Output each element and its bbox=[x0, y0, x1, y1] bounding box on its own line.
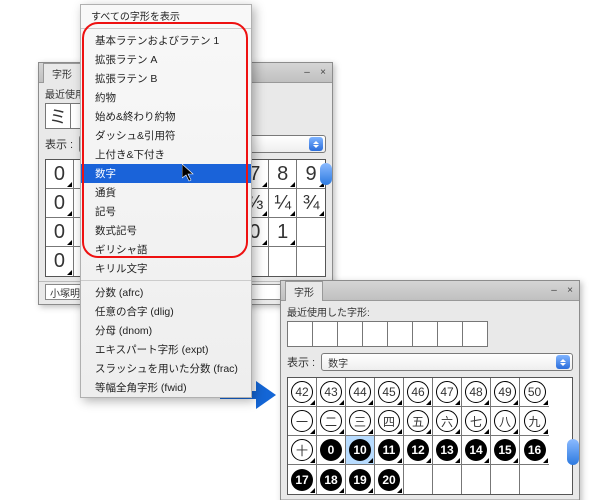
chevrons-icon bbox=[556, 355, 570, 369]
category-dropdown[interactable]: 数字 bbox=[321, 353, 573, 371]
glyph-cell[interactable]: 42 bbox=[288, 378, 317, 407]
glyph-cell[interactable]: 13 bbox=[433, 436, 462, 465]
glyph-cell[interactable]: 0 bbox=[46, 160, 74, 189]
tab-glyphs[interactable]: 字形 bbox=[43, 63, 81, 83]
menu-item[interactable]: 上付き&下付き bbox=[81, 145, 251, 164]
glyph-cell[interactable]: 四 bbox=[375, 407, 404, 436]
menu-header: すべての字形を表示 bbox=[81, 5, 251, 26]
scrollbar-thumb[interactable] bbox=[567, 439, 579, 465]
recent-glyph-cell[interactable] bbox=[462, 321, 488, 347]
glyph-cell[interactable]: 1 bbox=[269, 218, 297, 247]
glyph-cell[interactable]: 48 bbox=[462, 378, 491, 407]
menu-item[interactable]: 数式記号 bbox=[81, 221, 251, 240]
menu-separator bbox=[81, 28, 251, 29]
show-label: 表示 : bbox=[287, 354, 315, 370]
menu-item[interactable]: ダッシュ&引用符 bbox=[81, 126, 251, 145]
minimize-icon[interactable]: – bbox=[547, 284, 561, 298]
glyph-cell[interactable] bbox=[404, 465, 433, 494]
chevrons-icon bbox=[309, 137, 323, 151]
recent-glyph-cell[interactable] bbox=[362, 321, 388, 347]
category-menu: すべての字形を表示 基本ラテンおよびラテン 1拡張ラテン A拡張ラテン B約物始… bbox=[80, 4, 252, 398]
glyph-cell[interactable]: 八 bbox=[491, 407, 520, 436]
glyph-cell[interactable]: 七 bbox=[462, 407, 491, 436]
tab-glyphs[interactable]: 字形 bbox=[285, 281, 323, 301]
glyph-cell[interactable]: 二 bbox=[317, 407, 346, 436]
menu-separator bbox=[81, 280, 251, 281]
show-row: 表示 : 数字 bbox=[281, 351, 579, 375]
recent-glyph-cell[interactable] bbox=[312, 321, 338, 347]
glyph-cell[interactable]: ¾ bbox=[297, 189, 325, 218]
glyph-cell[interactable]: 18 bbox=[317, 465, 346, 494]
glyphs-panel-right: 字形 – × 最近使用した字形: 表示 : 数字 424344454647484… bbox=[280, 280, 580, 500]
recent-glyph-cell[interactable] bbox=[387, 321, 413, 347]
panel-tabbar: 字形 – × bbox=[281, 281, 579, 301]
glyph-cell[interactable]: 九 bbox=[520, 407, 549, 436]
glyph-cell[interactable]: 十 bbox=[288, 436, 317, 465]
close-icon[interactable]: × bbox=[316, 66, 330, 80]
recent-glyph-cell[interactable]: ミ bbox=[45, 103, 71, 129]
glyph-cell[interactable] bbox=[491, 465, 520, 494]
recent-glyph-cell[interactable] bbox=[337, 321, 363, 347]
glyph-cell[interactable]: 10 bbox=[346, 436, 375, 465]
glyph-cell[interactable]: 三 bbox=[346, 407, 375, 436]
menu-item[interactable]: 任意の合字 (dlig) bbox=[81, 302, 251, 321]
recent-glyph-cell[interactable] bbox=[287, 321, 313, 347]
recent-label: 最近使用した字形: bbox=[281, 301, 579, 321]
menu-item[interactable]: 記号 bbox=[81, 202, 251, 221]
glyph-cell[interactable] bbox=[462, 465, 491, 494]
glyph-cell[interactable]: 44 bbox=[346, 378, 375, 407]
glyph-cell[interactable]: 一 bbox=[288, 407, 317, 436]
glyph-cell[interactable]: 0 bbox=[317, 436, 346, 465]
close-icon[interactable]: × bbox=[563, 284, 577, 298]
glyph-cell[interactable]: 五 bbox=[404, 407, 433, 436]
menu-item[interactable]: 分数 (afrc) bbox=[81, 283, 251, 302]
recent-glyph-cell[interactable] bbox=[437, 321, 463, 347]
glyph-cell[interactable]: 14 bbox=[462, 436, 491, 465]
menu-item[interactable]: 数字 bbox=[81, 164, 251, 183]
glyph-cell[interactable] bbox=[269, 247, 297, 276]
recent-glyphs-row bbox=[281, 321, 579, 351]
glyph-cell[interactable] bbox=[297, 247, 325, 276]
menu-item[interactable]: 拡張ラテン B bbox=[81, 69, 251, 88]
glyph-cell[interactable]: 16 bbox=[520, 436, 549, 465]
glyph-cell[interactable]: 43 bbox=[317, 378, 346, 407]
menu-item[interactable]: 拡張ラテン A bbox=[81, 50, 251, 69]
menu-item[interactable]: エキスパート字形 (expt) bbox=[81, 340, 251, 359]
glyph-cell[interactable]: 0 bbox=[46, 189, 74, 218]
show-label: 表示 : bbox=[45, 136, 73, 152]
menu-item[interactable]: 約物 bbox=[81, 88, 251, 107]
glyph-grid: 424344454647484950一二三四五六七八九十010111213141… bbox=[281, 375, 579, 499]
glyph-cell[interactable]: 47 bbox=[433, 378, 462, 407]
glyph-cell[interactable]: 45 bbox=[375, 378, 404, 407]
glyph-cell[interactable]: 0 bbox=[46, 218, 74, 247]
menu-item[interactable]: スラッシュを用いた分数 (frac) bbox=[81, 359, 251, 378]
glyph-cell[interactable]: 19 bbox=[346, 465, 375, 494]
glyph-cell[interactable]: ¼ bbox=[269, 189, 297, 218]
glyph-cell[interactable]: 46 bbox=[404, 378, 433, 407]
glyph-cell[interactable]: 17 bbox=[288, 465, 317, 494]
menu-item[interactable]: 等幅全角字形 (fwid) bbox=[81, 378, 251, 397]
menu-item[interactable]: ギリシャ語 bbox=[81, 240, 251, 259]
glyph-cell[interactable]: 20 bbox=[375, 465, 404, 494]
glyph-cell[interactable]: 六 bbox=[433, 407, 462, 436]
glyph-cell[interactable] bbox=[433, 465, 462, 494]
glyph-cell[interactable] bbox=[520, 465, 549, 494]
scrollbar-thumb[interactable] bbox=[320, 163, 332, 185]
recent-glyph-cell[interactable] bbox=[412, 321, 438, 347]
menu-item[interactable]: 始め&終わり約物 bbox=[81, 107, 251, 126]
glyph-cell[interactable]: 49 bbox=[491, 378, 520, 407]
glyph-cell[interactable]: 11 bbox=[375, 436, 404, 465]
menu-item[interactable]: 基本ラテンおよびラテン 1 bbox=[81, 31, 251, 50]
glyph-cell[interactable]: 15 bbox=[491, 436, 520, 465]
glyph-cell[interactable]: 12 bbox=[404, 436, 433, 465]
menu-item[interactable]: キリル文字 bbox=[81, 259, 251, 278]
glyph-cell[interactable]: 50 bbox=[520, 378, 549, 407]
minimize-icon[interactable]: – bbox=[300, 66, 314, 80]
menu-item[interactable]: 通貨 bbox=[81, 183, 251, 202]
glyph-cell[interactable] bbox=[297, 218, 325, 247]
glyph-cell[interactable]: 0 bbox=[46, 247, 74, 276]
glyph-cell[interactable]: 8 bbox=[269, 160, 297, 189]
menu-item[interactable]: 分母 (dnom) bbox=[81, 321, 251, 340]
